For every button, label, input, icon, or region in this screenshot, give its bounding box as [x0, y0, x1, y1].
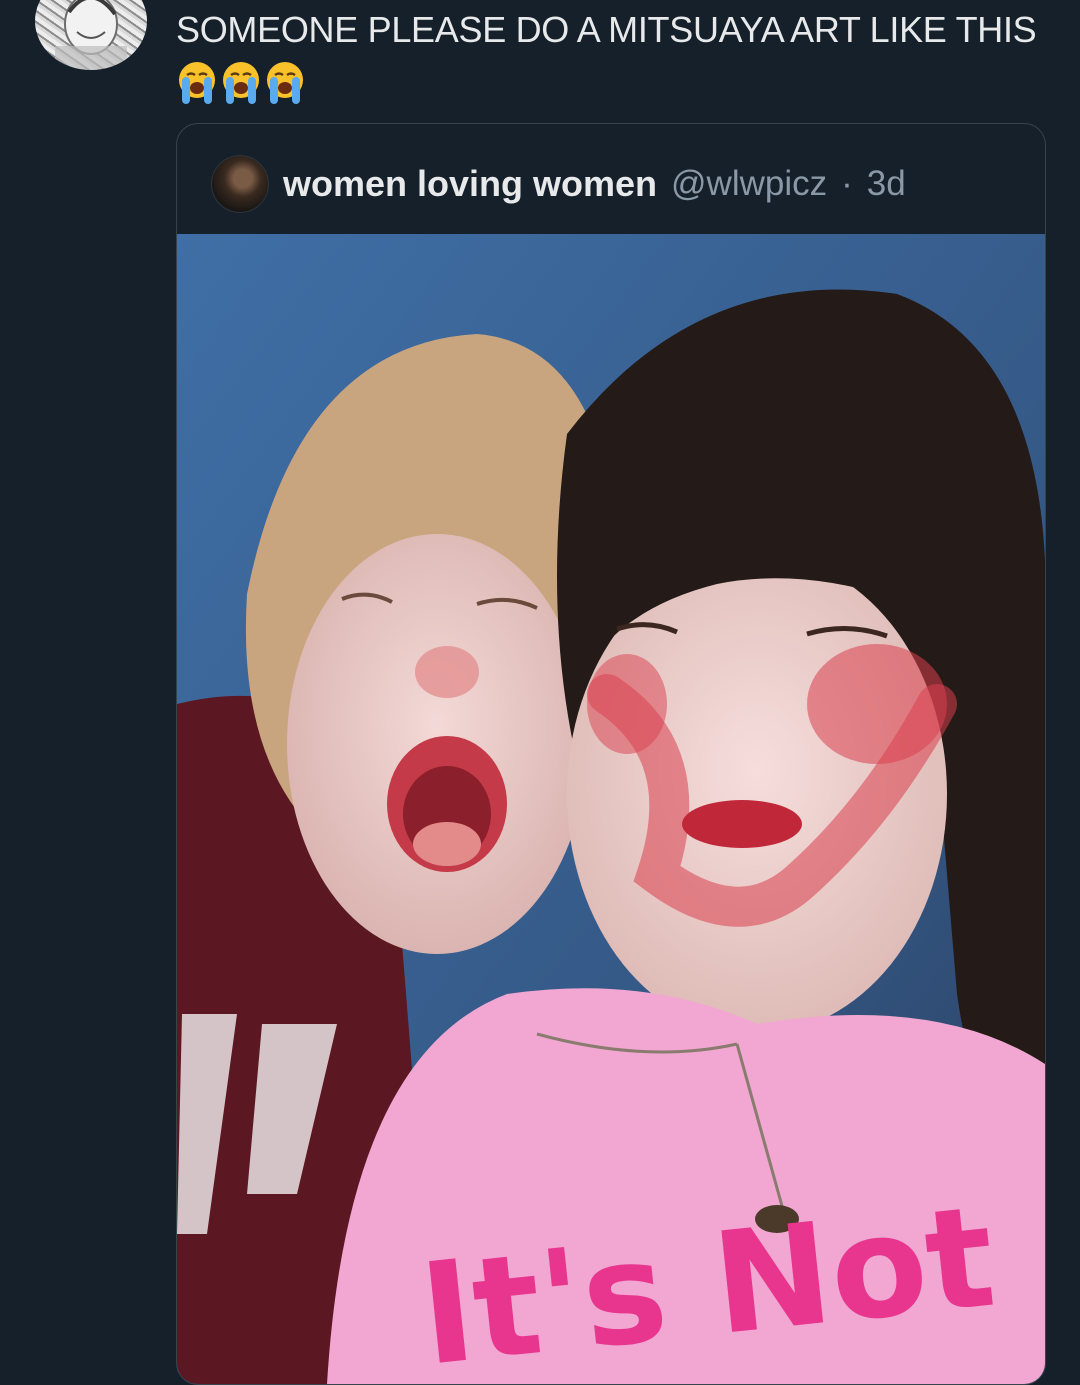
tweet-text: SOMEONE PLEASE DO A MITSUAYA ART LIKE TH…	[176, 9, 1037, 50]
author-avatar[interactable]	[35, 0, 147, 70]
loudly-crying-face-icon	[176, 60, 218, 106]
quoted-tweet-photo[interactable]: It's Not Me	[177, 234, 1045, 1384]
quoted-author-handle[interactable]: @wlwpicz	[671, 164, 827, 204]
loudly-crying-face-icon	[220, 60, 262, 106]
quoted-author-name[interactable]: women loving women	[283, 163, 657, 205]
quoted-tweet-time[interactable]: 3d	[867, 164, 906, 204]
emoji-row	[176, 60, 306, 106]
header-separator: ·	[841, 164, 853, 203]
quoted-tweet-card[interactable]: women loving women @wlwpicz · 3d It's No…	[176, 123, 1046, 1385]
quoted-author-avatar[interactable]	[211, 155, 269, 213]
quoted-tweet-header: women loving women @wlwpicz · 3d	[211, 155, 906, 213]
loudly-crying-face-icon	[264, 60, 306, 106]
